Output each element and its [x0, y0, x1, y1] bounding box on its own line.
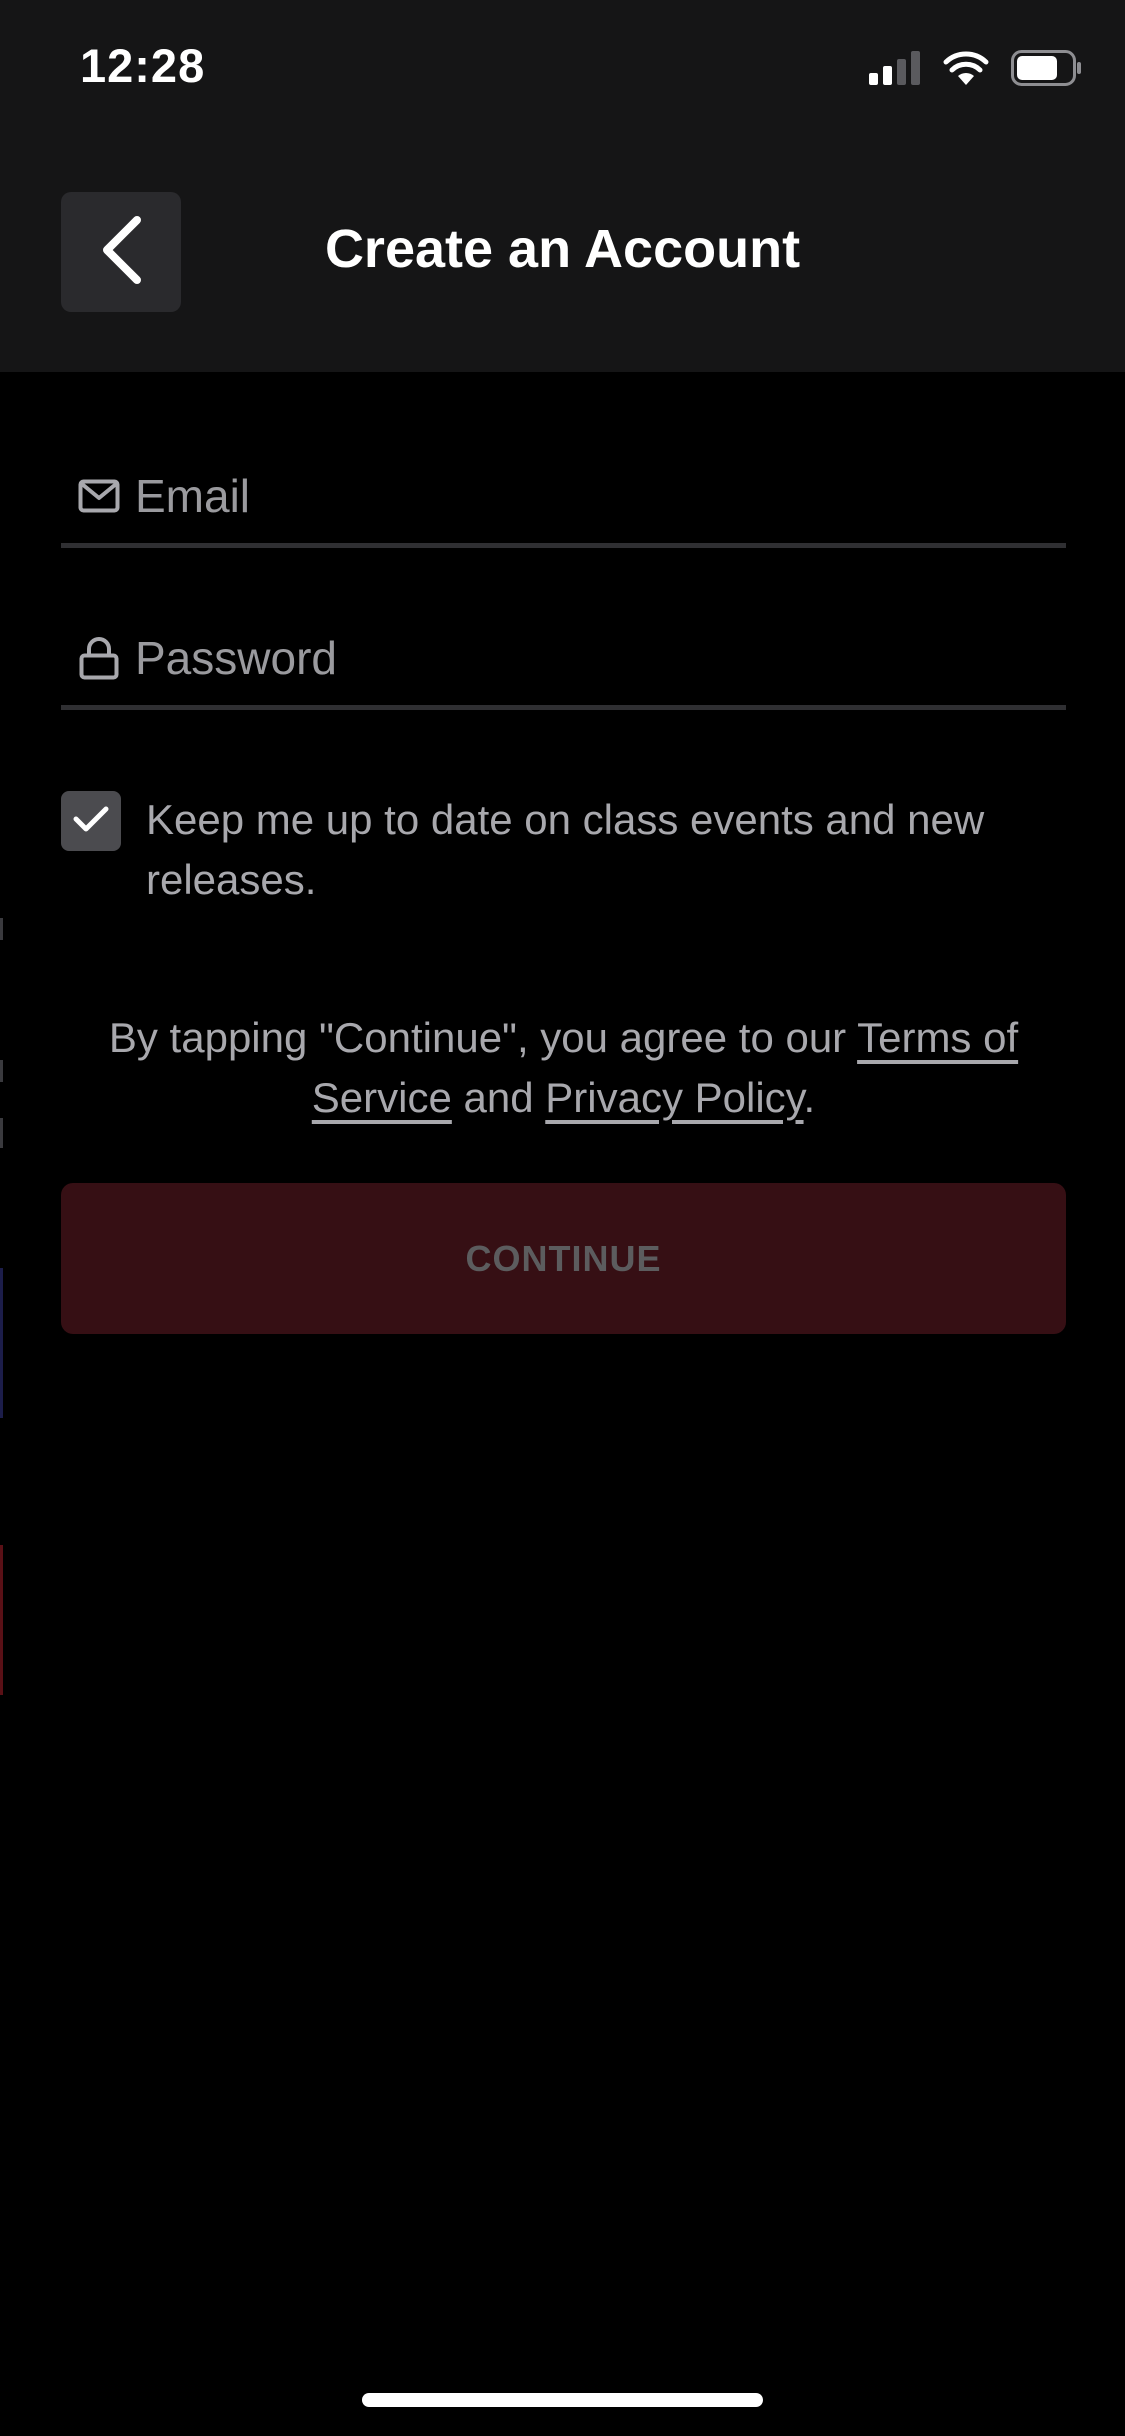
- checkmark-icon: [73, 805, 109, 838]
- create-account-screen: 12:28 Create an Account Email Keep me up…: [0, 0, 1125, 2436]
- page-title: Create an Account: [324, 219, 801, 279]
- privacy-policy-link[interactable]: Privacy Policy: [545, 1074, 803, 1121]
- edge-sliver: [0, 1060, 3, 1082]
- header-bar: 12:28 Create an Account: [0, 0, 1125, 372]
- cellular-signal-icon: [869, 51, 921, 90]
- status-icons: [869, 50, 1083, 91]
- terms-notice: By tapping "Continue", you agree to our …: [61, 1008, 1066, 1128]
- terms-suffix: .: [803, 1074, 816, 1121]
- newsletter-checkbox-label[interactable]: Keep me up to date on class events and n…: [146, 790, 1006, 910]
- lock-icon: [69, 636, 129, 680]
- terms-middle: and: [451, 1074, 546, 1121]
- home-indicator[interactable]: [362, 2393, 763, 2407]
- mail-icon: [69, 479, 129, 513]
- email-input[interactable]: [129, 448, 1066, 543]
- password-input[interactable]: [129, 610, 1066, 705]
- newsletter-checkbox[interactable]: [61, 791, 121, 851]
- password-field-container: [61, 610, 1066, 710]
- battery-icon: [1011, 50, 1083, 91]
- status-time: 12:28: [80, 39, 206, 92]
- edge-sliver: [0, 1268, 3, 1418]
- terms-prefix: By tapping "Continue", you agree to our: [108, 1014, 858, 1061]
- edge-sliver: [0, 918, 3, 940]
- continue-button[interactable]: CONTINUE: [61, 1183, 1066, 1334]
- wifi-icon: [943, 51, 989, 90]
- email-field-container: [61, 448, 1066, 548]
- edge-sliver: [0, 1545, 3, 1695]
- edge-sliver: [0, 1118, 3, 1148]
